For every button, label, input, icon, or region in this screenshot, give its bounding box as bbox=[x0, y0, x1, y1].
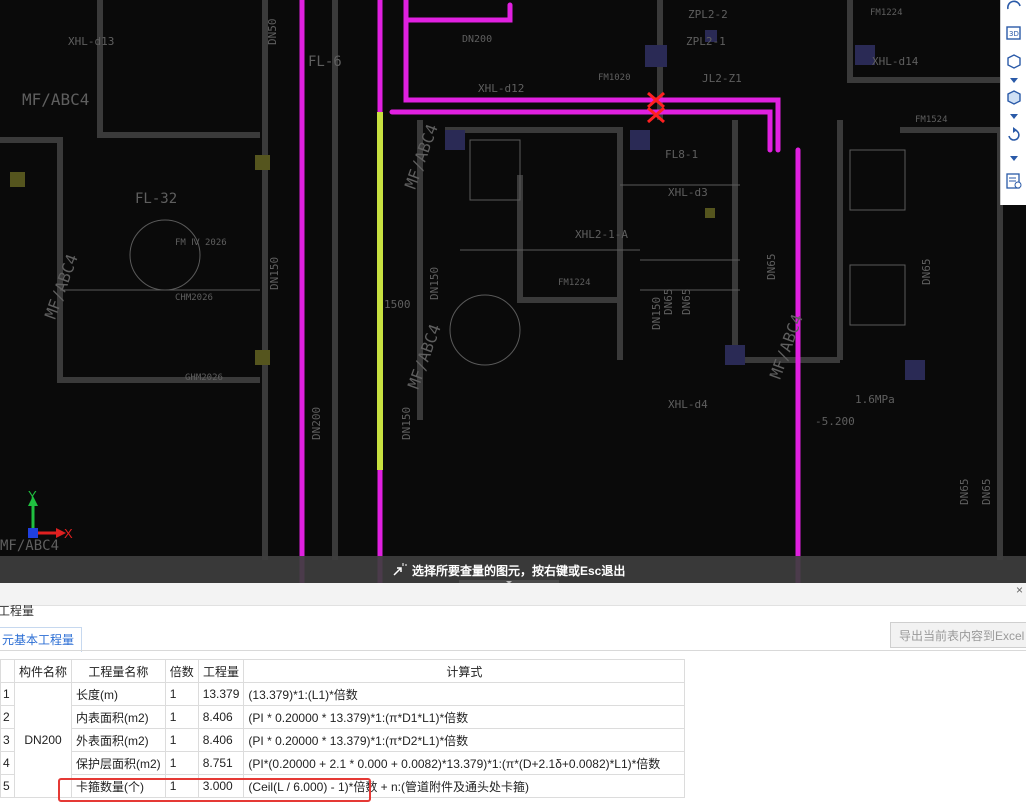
select-cursor-icon bbox=[393, 563, 407, 576]
svg-text:3D: 3D bbox=[1009, 30, 1019, 38]
column-header[interactable]: 倍数 bbox=[164, 659, 199, 683]
cad-label: FM1224 bbox=[870, 8, 903, 18]
quantity-table: 构件名称 工程量名称 倍数 工程量 计算式 1 DN200 长度(m) 1 13… bbox=[0, 659, 686, 798]
component-name-cell[interactable]: DN200 bbox=[13, 682, 73, 798]
table-row[interactable]: 4 保护层面积(m2) 1 8.751 (PI*(0.20000 + 2.1 *… bbox=[0, 751, 686, 775]
chevron-down-icon[interactable] bbox=[1010, 114, 1018, 119]
formula-cell[interactable]: (PI*(0.20000 + 2.1 * 0.000 + 0.0082)*13.… bbox=[243, 751, 686, 775]
cad-label: CHM2026 bbox=[175, 293, 213, 303]
multiplier-cell[interactable]: 1 bbox=[164, 774, 199, 798]
column-header-rowno bbox=[0, 659, 15, 683]
panel-header bbox=[0, 583, 1026, 606]
table-header-row: 构件名称 工程量名称 倍数 工程量 计算式 bbox=[0, 659, 686, 683]
formula-cell[interactable]: (PI * 0.20000 * 13.379)*1:(π*D1*L1)*倍数 bbox=[243, 705, 686, 729]
view-toolbar: 3D bbox=[1000, 0, 1026, 205]
axis-x-label: X bbox=[64, 526, 73, 541]
cad-label: DN65 bbox=[662, 289, 675, 316]
cad-label: XHL-d14 bbox=[872, 55, 919, 68]
cad-label: XHL-d12 bbox=[478, 82, 524, 95]
cad-label: FM1020 bbox=[598, 73, 631, 83]
tab-basic-quantity[interactable]: 元基本工程量 bbox=[0, 627, 82, 652]
hint-text: 选择所要查量的图元，按右键或Esc退出 bbox=[412, 564, 626, 578]
cad-label: FM1524 bbox=[915, 115, 948, 125]
quantity-name-cell[interactable]: 长度(m) bbox=[71, 682, 166, 706]
cad-label: GHM2026 bbox=[185, 373, 223, 383]
row-number: 2 bbox=[0, 705, 15, 729]
properties-icon[interactable] bbox=[1005, 172, 1023, 190]
cad-label: DN150 bbox=[400, 407, 413, 440]
cad-label: FL-6 bbox=[308, 54, 342, 70]
table-row[interactable]: 1 DN200 长度(m) 1 13.379 (13.379)*1:(L1)*倍… bbox=[0, 682, 686, 798]
cad-label: 1.6MPa bbox=[855, 393, 895, 406]
multiplier-cell[interactable]: 1 bbox=[164, 751, 199, 775]
cad-label: -5.200 bbox=[815, 415, 855, 428]
formula-cell[interactable]: (PI * 0.20000 * 13.379)*1:(π*D2*L1)*倍数 bbox=[243, 728, 686, 752]
cad-label: ZPL2-1 bbox=[686, 35, 726, 48]
table-row[interactable]: 2 内表面积(m2) 1 8.406 (PI * 0.20000 * 13.37… bbox=[0, 705, 686, 729]
multiplier-cell[interactable]: 1 bbox=[164, 728, 199, 752]
multiplier-cell[interactable]: 1 bbox=[164, 682, 199, 706]
panel-title: 工程量 bbox=[0, 604, 35, 618]
cad-label: DN150 bbox=[268, 257, 281, 290]
cad-label: DN200 bbox=[310, 407, 323, 440]
cad-label: XHL-d3 bbox=[668, 186, 708, 199]
cad-label: XHL2-1-A bbox=[575, 228, 628, 241]
cad-label: JL2-Z1 bbox=[702, 72, 742, 85]
cad-label: XHL-d13 bbox=[68, 35, 114, 48]
row-number: 5 bbox=[0, 774, 15, 798]
cad-label: 1500 bbox=[384, 298, 411, 311]
export-excel-button[interactable]: 导出当前表内容到Excel bbox=[890, 622, 1026, 648]
cad-label: XHL-d4 bbox=[668, 398, 708, 411]
cad-label: DN65 bbox=[958, 479, 971, 506]
table-row[interactable]: 3 外表面积(m2) 1 8.406 (PI * 0.20000 * 13.37… bbox=[0, 728, 686, 752]
cad-label: DN200 bbox=[462, 34, 492, 45]
row-number: 4 bbox=[0, 751, 15, 775]
cad-label: FM Ⅳ 2026 bbox=[175, 238, 227, 248]
cad-label: ZPL2-2 bbox=[688, 8, 728, 21]
multiplier-cell[interactable]: 1 bbox=[164, 705, 199, 729]
rotate-icon[interactable] bbox=[1005, 126, 1023, 144]
cad-label: MF/ABC4 bbox=[22, 90, 89, 109]
cube-icon[interactable] bbox=[1005, 52, 1023, 70]
quantity-name-cell[interactable]: 卡箍数量(个) bbox=[71, 774, 166, 798]
cad-label: DN65 bbox=[680, 289, 693, 316]
quantity-value-cell[interactable]: 3.000 bbox=[197, 774, 245, 798]
cad-label: DN65 bbox=[920, 259, 933, 286]
axis-y-label: Y bbox=[28, 488, 37, 503]
quantity-value-cell[interactable]: 8.406 bbox=[197, 705, 245, 729]
cad-label: MF/ABC4 bbox=[0, 538, 59, 554]
close-button[interactable]: × bbox=[1016, 583, 1023, 597]
quantity-value-cell[interactable]: 13.379 bbox=[197, 682, 245, 706]
cad-label: DN65 bbox=[765, 254, 778, 281]
cad-label: FL8-1 bbox=[665, 148, 698, 161]
quantity-value-cell[interactable]: 8.751 bbox=[197, 751, 245, 775]
3d-view-icon[interactable]: 3D bbox=[1005, 24, 1023, 42]
column-header[interactable]: 工程量 bbox=[197, 659, 245, 683]
cad-label: FL-32 bbox=[135, 191, 177, 207]
cad-canvas[interactable]: XHL-d13 XHL-d12 XHL-d14 XHL-d3 XHL-d4 XH… bbox=[0, 0, 1026, 583]
row-number: 1 bbox=[0, 682, 15, 706]
orbit-icon[interactable] bbox=[1005, 0, 1023, 18]
tab-divider bbox=[0, 650, 1026, 651]
chevron-down-icon[interactable] bbox=[1010, 156, 1018, 161]
formula-cell[interactable]: (Ceil(L / 6.000) - 1)*倍数 + n:(管道附件及通头处卡箍… bbox=[243, 774, 686, 798]
column-header[interactable]: 计算式 bbox=[243, 659, 686, 683]
cad-label: DN150 bbox=[428, 267, 441, 300]
cad-label: DN65 bbox=[980, 479, 993, 506]
row-number: 3 bbox=[0, 728, 15, 752]
cad-label: DN50 bbox=[266, 19, 279, 46]
quantity-name-cell[interactable]: 保护层面积(m2) bbox=[71, 751, 166, 775]
column-header[interactable]: 工程量名称 bbox=[71, 659, 166, 683]
cube-shaded-icon[interactable] bbox=[1005, 88, 1023, 106]
cad-label: FM1224 bbox=[558, 278, 591, 288]
formula-cell[interactable]: (13.379)*1:(L1)*倍数 bbox=[243, 682, 686, 706]
quantity-name-cell[interactable]: 外表面积(m2) bbox=[71, 728, 166, 752]
table-row[interactable]: 5 卡箍数量(个) 1 3.000 (Ceil(L / 6.000) - 1)*… bbox=[0, 774, 686, 798]
chevron-down-icon[interactable] bbox=[1010, 78, 1018, 83]
quantity-name-cell[interactable]: 内表面积(m2) bbox=[71, 705, 166, 729]
quantity-panel: 工程量 × 元基本工程量 导出当前表内容到Excel 构件名称 工程量名称 倍数… bbox=[0, 583, 1026, 808]
quantity-value-cell[interactable]: 8.406 bbox=[197, 728, 245, 752]
column-header[interactable]: 构件名称 bbox=[13, 659, 73, 683]
